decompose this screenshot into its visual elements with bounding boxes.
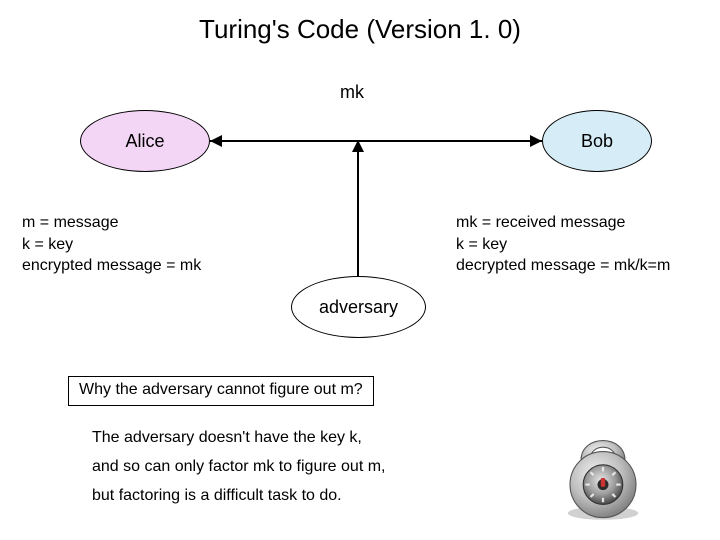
explain-line: and so can only factor mk to figure out … [92,453,385,482]
alice-note-line: k = key [22,234,272,256]
alice-node: Alice [80,110,210,172]
bob-note: mk = received message k = key decrypted … [456,212,720,277]
bob-label: Bob [581,131,613,152]
alice-label: Alice [125,131,164,152]
explanation: The adversary doesn't have the key k, an… [92,424,385,510]
alice-note-line: encrypted message = mk [22,255,272,277]
question-box: Why the adversary cannot figure out m? [68,376,374,406]
explain-line: The adversary doesn't have the key k, [92,424,385,453]
bob-node: Bob [542,110,652,172]
slide-title: Turing's Code (Version 1. 0) [0,14,720,45]
adversary-label: adversary [319,297,398,318]
padlock-icon [548,412,658,522]
alice-note: m = message k = key encrypted message = … [22,212,272,277]
question-text: Why the adversary cannot figure out m? [79,381,363,398]
bob-note-line: mk = received message [456,212,720,234]
bob-note-line: k = key [456,234,720,256]
arrow-to-bob [530,135,542,147]
bob-note-line: decrypted message = mk/k=m [456,255,720,277]
arrow-to-channel [352,140,364,152]
arrow-to-alice [210,135,222,147]
adversary-node: adversary [291,276,426,338]
alice-bob-line [210,140,542,142]
adversary-tap-line [357,140,359,276]
alice-note-line: m = message [22,212,272,234]
explain-line: but factoring is a difficult task to do. [92,482,385,511]
channel-label: mk [340,82,364,103]
